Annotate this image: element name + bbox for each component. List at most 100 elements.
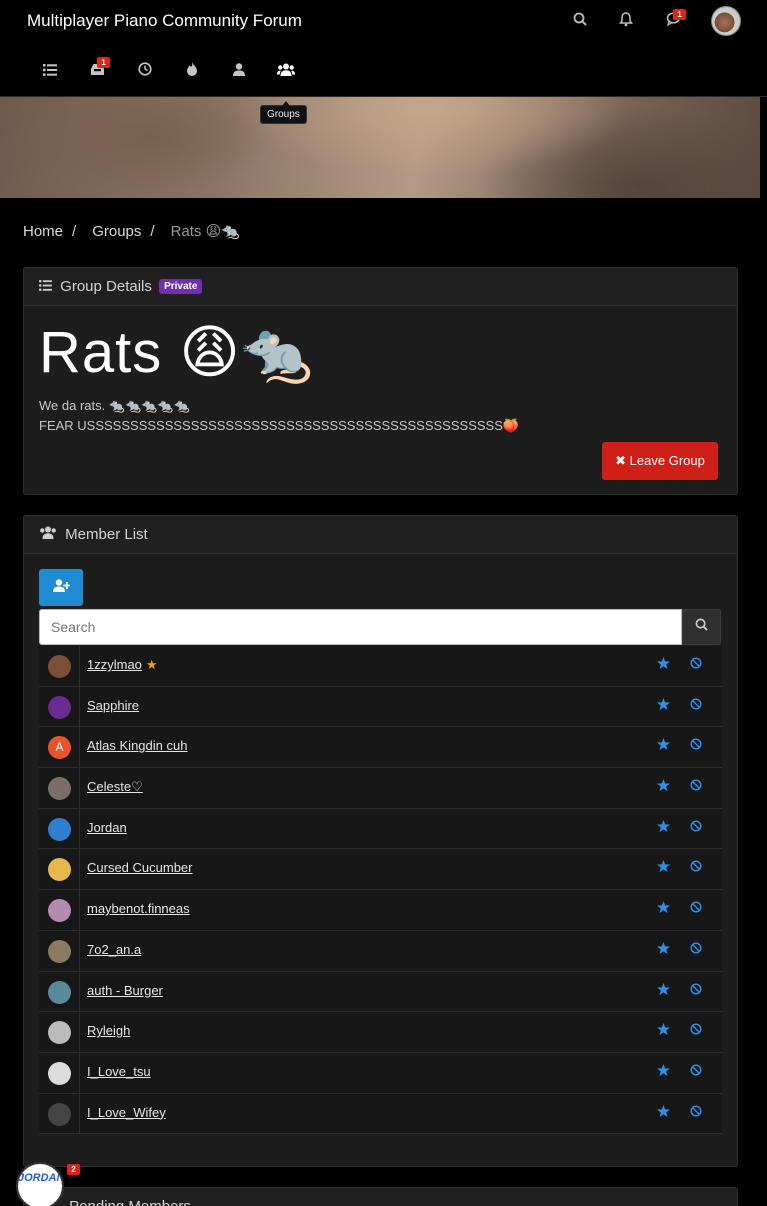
promote-star-icon[interactable] (657, 819, 670, 835)
member-avatar[interactable] (48, 695, 71, 719)
breadcrumb-home[interactable]: Home (23, 223, 63, 240)
group-description: We da rats. 🐀🐀🐀🐀🐀 FEAR USSSSSSSSSSSSSSSS… (39, 396, 729, 436)
promote-star-icon[interactable] (657, 860, 670, 875)
owner-star-icon: ★ (145, 657, 158, 672)
member-name[interactable]: auth - Burger (87, 983, 163, 998)
ban-icon[interactable] (690, 779, 702, 794)
member-row: A Atlas Kingdin cuh (39, 727, 722, 769)
member-row: Jordan (39, 808, 722, 850)
member-avatar[interactable] (48, 899, 71, 923)
promote-star-icon[interactable] (657, 1023, 670, 1038)
cell-divider (79, 1093, 80, 1134)
member-name[interactable]: Jordan (87, 820, 127, 835)
groups-icon[interactable] (274, 61, 298, 81)
group-cover-image (0, 97, 760, 198)
promote-star-icon[interactable] (657, 779, 670, 794)
ban-icon[interactable] (690, 820, 702, 835)
member-name-text: I_Love_tsu (87, 1063, 151, 1079)
ban-icon[interactable] (690, 657, 702, 672)
member-name[interactable]: maybenot.finneas (87, 901, 190, 916)
member-name[interactable]: Ryleigh (87, 1023, 130, 1038)
ban-icon[interactable] (690, 738, 702, 753)
user-plus-icon (52, 579, 70, 595)
pending-members-header: Pending Members (24, 1188, 737, 1206)
member-name[interactable]: Sapphire (87, 698, 139, 713)
member-name[interactable]: I_Love_Wifey (87, 1105, 166, 1120)
ban-icon[interactable] (690, 860, 702, 875)
member-table: 1zzylmao ★ Sapphire A Atlas Kingdin cuh Celes… (39, 646, 722, 1135)
cell-divider (79, 971, 80, 1012)
member-row: Sapphire (39, 686, 722, 728)
group-name: Rats 😩🐀 (39, 320, 315, 385)
member-name-text: I_Love_Wifey (87, 1104, 166, 1120)
search-button[interactable] (682, 609, 721, 645)
member-name[interactable]: 7o2_an.a (87, 942, 141, 957)
promote-star-icon[interactable] (657, 657, 670, 672)
member-row: 1zzylmao ★ (39, 646, 722, 687)
forum-brand[interactable]: Multiplayer Piano Community Forum (27, 11, 302, 31)
clock-icon[interactable] (133, 61, 157, 81)
cell-divider (79, 890, 80, 930)
fire-icon[interactable] (180, 61, 204, 81)
member-name[interactable]: I_Love_tsu (87, 1064, 151, 1079)
private-badge: Private (159, 279, 203, 294)
member-row: auth - Burger (39, 971, 722, 1013)
member-avatar[interactable] (48, 939, 71, 963)
ban-icon[interactable] (690, 1064, 702, 1079)
member-name[interactable]: Atlas Kingdin cuh (87, 738, 187, 753)
bell-icon[interactable] (615, 12, 637, 32)
member-name[interactable]: 1zzylmao ★ (87, 657, 158, 673)
ban-icon[interactable] (690, 1105, 702, 1120)
group-description-line: We da rats. 🐀🐀🐀🐀🐀 (39, 398, 190, 413)
ban-icon[interactable] (690, 942, 702, 957)
floating-chat-avatar[interactable]: JORDAN (16, 1162, 64, 1206)
cell-divider (79, 768, 80, 808)
unread-badge: 1 (97, 57, 110, 68)
promote-star-icon[interactable] (657, 941, 670, 957)
ban-icon[interactable] (690, 982, 702, 998)
member-avatar[interactable] (48, 1102, 71, 1126)
ban-icon[interactable] (690, 1023, 702, 1038)
cell-divider (79, 1012, 80, 1052)
list-icon (39, 268, 52, 306)
ban-icon[interactable] (690, 901, 702, 916)
member-avatar[interactable] (48, 817, 71, 841)
ban-icon[interactable] (690, 698, 702, 713)
add-member-button[interactable] (39, 569, 83, 606)
member-avatar[interactable] (48, 655, 71, 678)
member-row: Ryleigh (39, 1012, 722, 1053)
top-navbar: Multiplayer Piano Community Forum 1 1 (0, 0, 767, 97)
search-icon[interactable] (569, 12, 591, 32)
member-avatar[interactable] (48, 1021, 71, 1045)
breadcrumb-current: Rats 😩🐀 (170, 223, 240, 240)
promote-star-icon[interactable] (657, 982, 670, 998)
member-row: Celeste♡ (39, 768, 722, 809)
promote-star-icon[interactable] (657, 1063, 670, 1079)
group-details-panel: Group Details Private Rats 😩🐀 We da rats… (23, 267, 738, 495)
categories-icon[interactable] (38, 61, 62, 81)
member-avatar[interactable] (48, 858, 71, 882)
member-name-text: Celeste♡ (87, 779, 143, 795)
leave-group-label: Leave Group (629, 453, 705, 468)
member-name[interactable]: Cursed Cucumber (87, 860, 193, 875)
floating-chat-label: JORDAN (18, 1172, 64, 1184)
member-avatar[interactable]: A (48, 736, 71, 760)
promote-star-icon[interactable] (657, 738, 670, 753)
user-icon[interactable] (227, 61, 251, 81)
promote-star-icon[interactable] (657, 697, 670, 713)
member-name-text: maybenot.finneas (87, 901, 190, 917)
promote-star-icon[interactable] (657, 901, 670, 916)
member-avatar[interactable] (48, 980, 71, 1004)
member-name-text: 7o2_an.a (87, 941, 142, 957)
member-avatar[interactable] (48, 1061, 71, 1085)
breadcrumb-groups[interactable]: Groups (92, 223, 141, 240)
leave-group-button[interactable]: ✖ Leave Group (602, 442, 718, 480)
floating-chat-badge: 2 (67, 1164, 80, 1175)
member-avatar[interactable] (48, 777, 71, 801)
member-search-input[interactable] (39, 609, 682, 645)
user-avatar[interactable] (711, 6, 741, 36)
member-name[interactable]: Celeste♡ (87, 779, 143, 795)
promote-star-icon[interactable] (657, 1104, 670, 1120)
member-name-text: 1zzylmao (87, 657, 142, 672)
pending-members-panel: Pending Members (23, 1187, 738, 1206)
